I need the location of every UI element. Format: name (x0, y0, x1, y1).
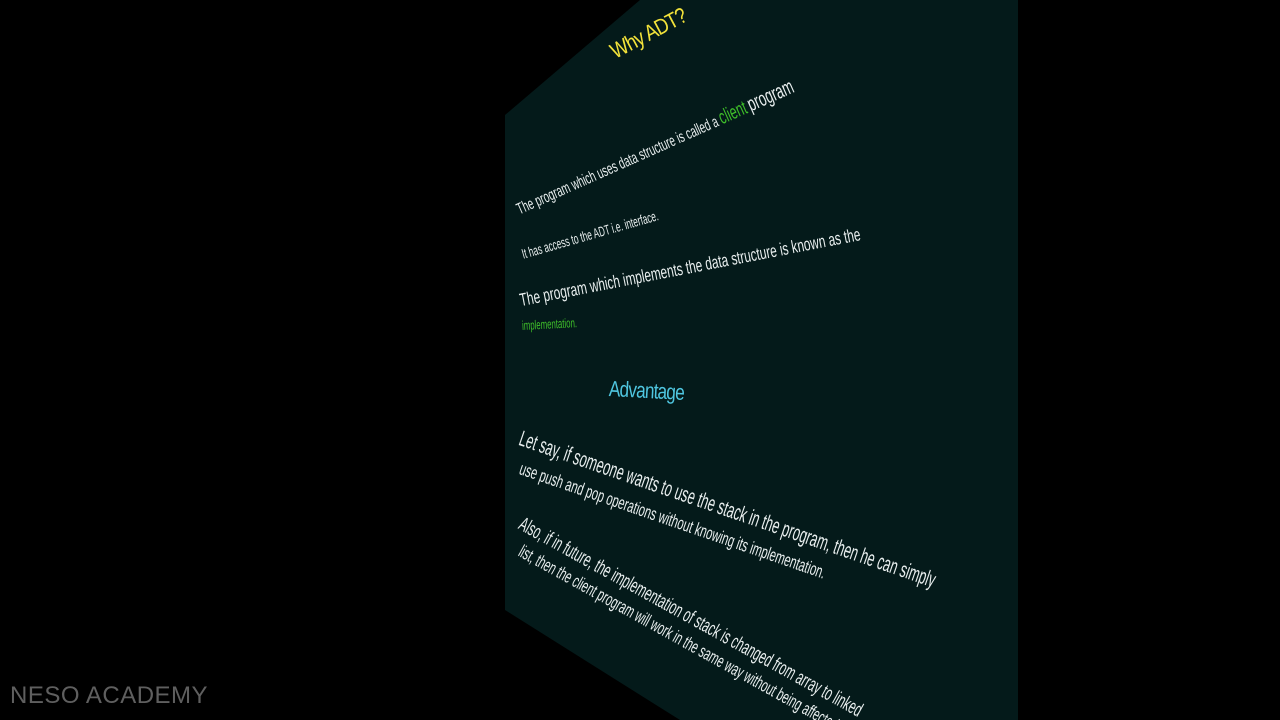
slide-panel: Why ADT? The program which uses data str… (505, 0, 1018, 720)
client-highlight: client (715, 97, 751, 129)
implementation-line: The program which implements the data st… (517, 224, 863, 311)
slide-title: Why ADT? (605, 2, 691, 64)
client-line-after: program (743, 75, 798, 117)
slide-content: Why ADT? The program which uses data str… (505, 0, 1018, 720)
advantage-para2-line2: list, then the client program will work … (515, 541, 845, 720)
client-program-line: The program which uses data structure is… (512, 75, 798, 220)
advantage-para1-line1: Let say, if someone wants to use the sta… (516, 425, 940, 593)
advantage-para1-line2: use push and pop operations without know… (516, 458, 829, 583)
advantage-para2-line1: Also, if in future, the implementation o… (514, 513, 867, 720)
interface-line: It has access to the ADT i.e. interface. (519, 207, 661, 262)
client-line-before: The program which uses data structure is… (514, 113, 722, 219)
video-frame: Why ADT? The program which uses data str… (0, 0, 1280, 720)
advantage-heading: Advantage (608, 376, 685, 405)
implementation-highlight: implementation. (521, 315, 578, 333)
neso-academy-watermark: NESO ACADEMY (10, 682, 209, 709)
